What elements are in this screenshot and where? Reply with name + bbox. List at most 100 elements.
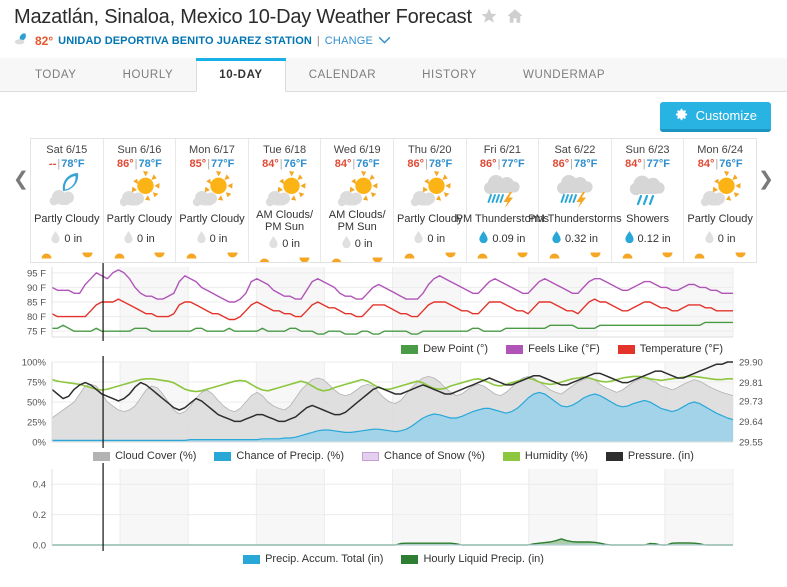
tab-bar: TODAY HOURLY 10-DAY CALENDAR HISTORY WUN… (0, 58, 787, 92)
legend-item-pressure[interactable]: Pressure. (in) (605, 450, 694, 462)
svg-text:50%: 50% (27, 398, 47, 409)
forecast-card[interactable]: Thu 6/20 86°|78°F Partly Cloudy 0 in (394, 139, 467, 262)
forecast-card[interactable]: Wed 6/19 84°|76°F AM Clouds/ PM Sun 0 in (321, 139, 394, 262)
forecast-card[interactable]: Tue 6/18 84°|76°F AM Clouds/ PM Sun 0 in (249, 139, 322, 262)
forecast-low: 76°F (719, 158, 743, 170)
legend-swatch-cloud-cover (93, 451, 111, 461)
forecast-date: Sun 6/16 (117, 144, 162, 156)
svg-text:0%: 0% (32, 438, 46, 449)
sunrise-icon (549, 248, 560, 262)
forecast-date: Mon 6/17 (189, 144, 235, 156)
chevron-down-icon[interactable] (378, 35, 391, 47)
legend-item-feels-like[interactable]: Feels Like (°F) (506, 343, 600, 355)
svg-text:29.55: 29.55 (739, 438, 763, 449)
carousel-next-button[interactable]: ❯ (757, 166, 775, 192)
forecast-low: 77°F (211, 158, 235, 170)
legend-item-dew-point[interactable]: Dew Point (°) (401, 343, 488, 355)
forecast-date: Sat 6/15 (46, 144, 88, 156)
forecast-temps: 84°|77°F (625, 158, 670, 170)
precip-amount: 0 in (209, 232, 228, 245)
legend-swatch-dew-point (401, 344, 419, 354)
forecast-precip: 0 in (414, 231, 445, 246)
forecast-card[interactable]: Sat 6/22 86°|78°F PM Thunderstorms 0.32 in (528, 139, 622, 262)
sunset-icon (517, 248, 528, 262)
current-temperature: 82° (35, 33, 54, 48)
forecast-temps: 84°|76°F (262, 158, 307, 170)
station-row: 82° UNIDAD DEPORTIVA BENITO JUAREZ STATI… (14, 32, 787, 49)
forecast-temps: 86°|78°F (116, 158, 162, 170)
sunrise-icon (41, 248, 52, 262)
legend-swatch-feels-like (506, 344, 524, 354)
forecast-card[interactable]: Sun 6/23 84°|77°F Showers 0.12 in (612, 139, 685, 262)
forecast-low: 77°F (501, 158, 525, 170)
forecast-low: 77°F (646, 158, 670, 170)
precip-amount: 0 in (282, 237, 300, 250)
station-name[interactable]: UNIDAD DEPORTIVA BENITO JUAREZ STATION (58, 35, 312, 47)
forecast-precip: 0 in (196, 231, 228, 246)
svg-text:25%: 25% (27, 418, 47, 429)
tab-today[interactable]: TODAY (12, 58, 100, 91)
separator: | (316, 34, 320, 47)
svg-text:29.64: 29.64 (739, 417, 763, 428)
legend-item-chance-of-precip[interactable]: Chance of Precip. (%) (214, 450, 344, 462)
forecast-low: 76°F (283, 158, 307, 170)
carousel-prev-button[interactable]: ❮ (12, 166, 30, 192)
svg-text:29.81: 29.81 (739, 378, 763, 389)
sunset-icon (154, 248, 165, 262)
tab-hourly[interactable]: HOURLY (100, 58, 197, 91)
legend-item-temperature[interactable]: Temperature (°F) (617, 343, 723, 355)
precip-amount: 0 in (717, 232, 736, 245)
sunrise-icon (186, 248, 197, 262)
forecast-card[interactable]: Mon 6/24 84°|76°F Partly Cloudy 0 in (684, 139, 756, 262)
page-title: Mazatlán, Sinaloa, Mexico 10-Day Weather… (14, 6, 472, 28)
legend-item-humidity[interactable]: Humidity (%) (502, 450, 588, 462)
forecast-card[interactable]: Sat 6/15 --|78°F Partly Cloudy 0 in (31, 139, 104, 262)
legend-swatch-humidity (502, 451, 520, 461)
forecast-temps: 86°|78°F (407, 158, 453, 170)
partly-cloudy-day-icon (263, 171, 307, 209)
forecast-card[interactable]: Mon 6/17 85°|77°F Partly Cloudy 0 in (176, 139, 249, 262)
temperature-chart-svg[interactable]: 75 F 80 F 85 F 90 F 95 F (12, 263, 775, 341)
precip-drop-icon (414, 231, 424, 246)
tab-10-day[interactable]: 10-DAY (196, 58, 287, 92)
legend-item-hourly-liquid-precip[interactable]: Hourly Liquid Precip. (in) (401, 553, 544, 565)
sunset-icon (227, 248, 238, 262)
partly-cloudy-night-icon (45, 171, 89, 209)
precip-drop-icon (479, 231, 488, 246)
forecast-precip: 0 in (269, 236, 300, 251)
forecast-precip: 0.09 in (479, 231, 525, 246)
legend-item-chance-of-snow[interactable]: Chance of Snow (%) (362, 450, 485, 462)
legend-item-precip-accum[interactable]: Precip. Accum. Total (in) (243, 553, 383, 565)
customize-label: Customize (695, 108, 757, 123)
sunrise-icon (404, 248, 415, 262)
gear-icon (674, 107, 689, 125)
customize-button[interactable]: Customize (659, 102, 771, 132)
forecast-high: -- (49, 158, 57, 170)
showers-icon (626, 171, 670, 209)
sunset-icon (590, 248, 601, 262)
forecast-card[interactable]: Fri 6/21 86°|77°F PM Thunderstorms 0.09 in (456, 139, 549, 262)
tab-wundermap[interactable]: WUNDERMAP (500, 58, 628, 91)
forecast-card-list: Sat 6/15 --|78°F Partly Cloudy 0 in Sun 6/1… (30, 138, 757, 263)
forecast-condition: Partly Cloudy (34, 212, 100, 225)
tab-calendar[interactable]: CALENDAR (286, 58, 399, 91)
precip-amount: 0.32 in (564, 232, 598, 245)
change-station-link[interactable]: CHANGE (325, 35, 373, 47)
star-icon[interactable] (480, 7, 498, 28)
forecast-low: 78°F (574, 158, 598, 170)
forecast-precip: 0.32 in (552, 231, 598, 246)
legend-item-cloud-cover[interactable]: Cloud Cover (%) (93, 450, 196, 462)
precipitation-chart-svg[interactable]: 0.0 0.2 0.4 (12, 463, 775, 551)
forecast-condition: Partly Cloudy (397, 212, 463, 225)
sun-times (321, 251, 393, 262)
tab-history[interactable]: HISTORY (399, 58, 500, 91)
thunderstorm-icon (480, 171, 524, 209)
legend-swatch-chance-of-precip (214, 451, 232, 461)
sunrise-icon (477, 248, 488, 262)
legend-swatch-temperature (617, 344, 635, 354)
legend-label-cloud-cover: Cloud Cover (%) (115, 450, 197, 462)
conditions-chart-svg[interactable]: 0% 25% 50% 75% 100% 29.55 29.64 29.73 29.81 29.90 (12, 356, 775, 448)
home-icon[interactable] (506, 7, 524, 28)
sunset-icon (445, 248, 456, 262)
forecast-card[interactable]: Sun 6/16 86°|78°F Partly Cloudy 0 in (104, 139, 177, 262)
